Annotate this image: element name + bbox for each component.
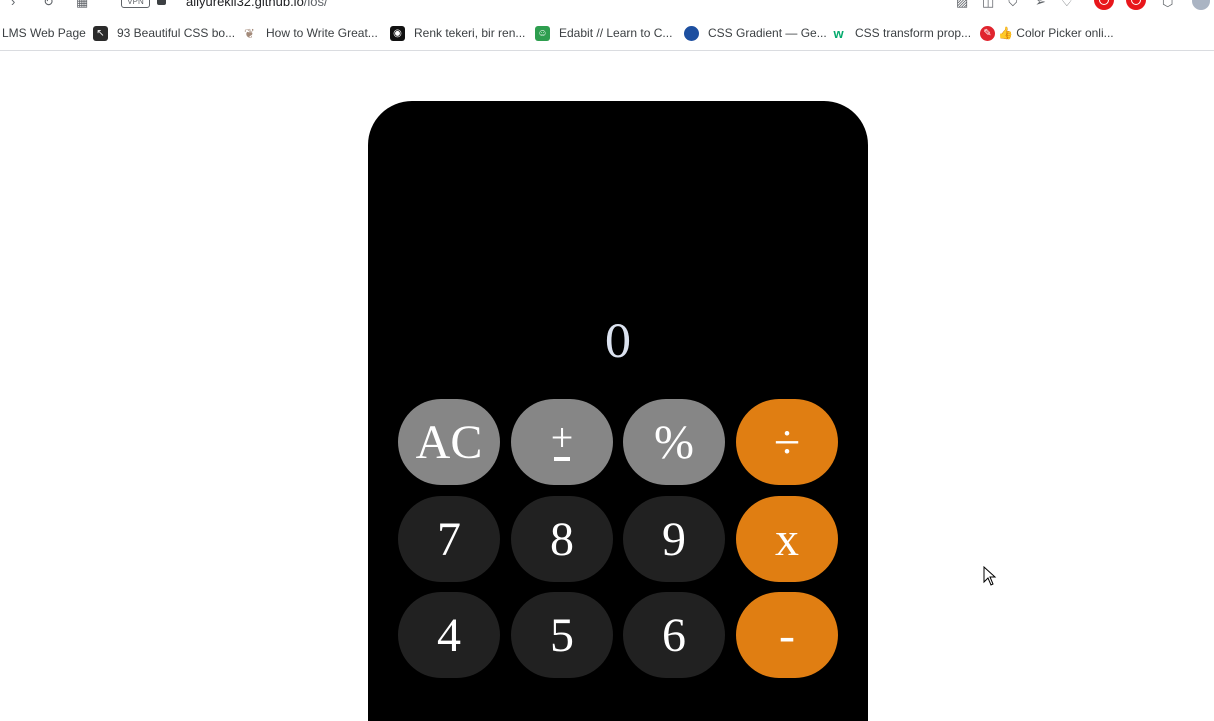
leaf-favicon-icon: ❦ bbox=[242, 25, 257, 41]
forward-icon[interactable]: › bbox=[11, 0, 15, 9]
bookmark-renk-tekeri[interactable]: ◉ Renk tekeri, bir ren... bbox=[390, 25, 525, 41]
camera-icon[interactable]: ◫ bbox=[982, 0, 994, 10]
url-path: /ios/ bbox=[303, 0, 328, 9]
send-icon[interactable]: ➢ bbox=[1035, 0, 1046, 10]
bookmark-css-gradient[interactable]: CSS Gradient — Ge... bbox=[684, 25, 827, 41]
bookmark-label: CSS transform prop... bbox=[855, 26, 972, 40]
vpn-badge[interactable]: VPN bbox=[121, 0, 150, 8]
mouse-pointer-icon bbox=[983, 566, 997, 586]
digit-8-button[interactable]: 8 bbox=[511, 496, 613, 582]
digit-9-button[interactable]: 9 bbox=[623, 496, 725, 582]
extensions-puzzle-icon[interactable]: ⬡ bbox=[1162, 0, 1173, 10]
bookmark-label: Renk tekeri, bir ren... bbox=[414, 26, 526, 40]
url-domain: aliyurekli32.github.io bbox=[186, 0, 304, 9]
bookmark-color-picker[interactable]: ✎ 👍 Color Picker onli... bbox=[980, 25, 1114, 41]
w3schools-favicon-icon: w bbox=[831, 25, 846, 41]
all-clear-button[interactable]: AC bbox=[398, 399, 500, 485]
multiply-button[interactable]: x bbox=[736, 496, 838, 582]
edabit-favicon-icon: ☺ bbox=[535, 25, 550, 41]
plus-minus-button[interactable]: + bbox=[511, 399, 613, 485]
calculator-display: 0 bbox=[604, 317, 632, 368]
browser-toolbar: › ↻ ▦ VPN aliyurekli32.github.io/ios/ ▨ … bbox=[0, 0, 1214, 12]
digit-4-button[interactable]: 4 bbox=[398, 592, 500, 678]
bookmark-how-to-write[interactable]: ❦ How to Write Great... bbox=[242, 25, 378, 41]
profile-avatar[interactable] bbox=[1192, 0, 1210, 10]
plus-minus-icon: + bbox=[550, 415, 574, 461]
divide-button[interactable]: ÷ bbox=[736, 399, 838, 485]
percent-button[interactable]: % bbox=[623, 399, 725, 485]
bookmark-label: How to Write Great... bbox=[266, 26, 378, 40]
color-wheel-favicon-icon: ◉ bbox=[390, 25, 405, 41]
address-bar[interactable]: aliyurekli32.github.io/ios/ bbox=[186, 0, 328, 9]
bookmark-css-transform[interactable]: w CSS transform prop... bbox=[831, 25, 971, 41]
calculator: 0 AC + % ÷ 7 8 9 x 4 5 6 - bbox=[368, 101, 868, 721]
bookmark-lms-web-page[interactable]: LMS Web Page bbox=[2, 25, 86, 41]
subtract-button[interactable]: - bbox=[736, 592, 838, 678]
chart-icon[interactable]: ▨ bbox=[956, 0, 968, 10]
lock-icon[interactable] bbox=[157, 0, 166, 5]
tabs-grid-icon[interactable]: ▦ bbox=[76, 0, 88, 10]
picker-favicon-icon: ✎ bbox=[980, 25, 995, 41]
cursor-favicon-icon: ↖ bbox=[93, 25, 108, 41]
bookmark-label: CSS Gradient — Ge... bbox=[708, 26, 827, 40]
heart-icon[interactable]: ♡ bbox=[1061, 0, 1073, 10]
gradient-favicon-icon bbox=[684, 25, 699, 41]
extension-target-icon[interactable] bbox=[1126, 0, 1146, 10]
bookmark-css-borders[interactable]: ↖ 93 Beautiful CSS bo... bbox=[93, 25, 235, 41]
bookmark-edabit[interactable]: ☺ Edabit // Learn to C... bbox=[535, 25, 672, 41]
shield-icon[interactable]: ⛉ bbox=[1008, 0, 1018, 10]
digit-7-button[interactable]: 7 bbox=[398, 496, 500, 582]
bookmark-label: LMS Web Page bbox=[2, 26, 86, 40]
bookmark-label: Edabit // Learn to C... bbox=[559, 26, 673, 40]
reload-icon[interactable]: ↻ bbox=[43, 0, 54, 10]
bookmark-label: 👍 Color Picker onli... bbox=[998, 26, 1114, 40]
extension-red-icon[interactable] bbox=[1094, 0, 1114, 10]
digit-6-button[interactable]: 6 bbox=[623, 592, 725, 678]
bookmark-label: 93 Beautiful CSS bo... bbox=[117, 26, 236, 40]
digit-5-button[interactable]: 5 bbox=[511, 592, 613, 678]
bookmarks-bar: LMS Web Page ↖ 93 Beautiful CSS bo... ❦ … bbox=[0, 12, 1214, 51]
